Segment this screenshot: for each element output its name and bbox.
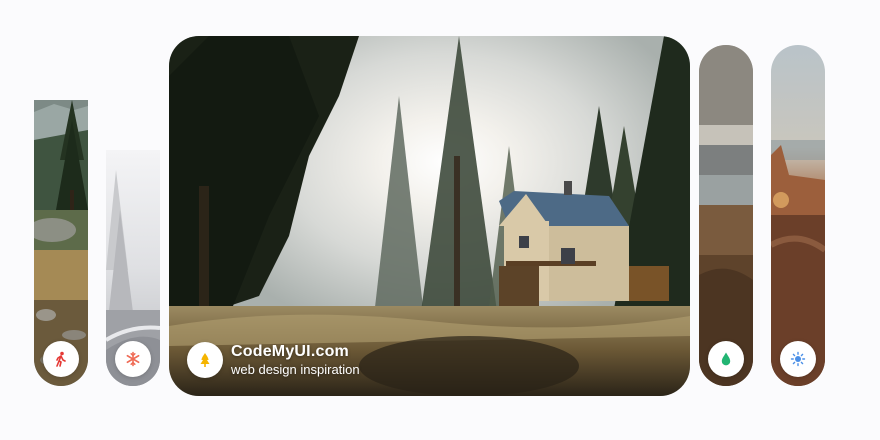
gallery-card-lake[interactable] [699, 45, 753, 386]
caption-title: CodeMyUI.com [231, 343, 349, 360]
card-image-desert [771, 45, 825, 386]
hiking-badge[interactable] [43, 341, 79, 377]
gallery-card-hiking[interactable] [34, 100, 88, 386]
lake-badge[interactable] [708, 341, 744, 377]
gallery-card-desert[interactable] [771, 45, 825, 386]
desert-badge[interactable] [780, 341, 816, 377]
caption-subtitle: web design inspiration [231, 362, 360, 377]
snowflake-icon [126, 351, 140, 367]
card-image-lake [699, 45, 753, 386]
tree-icon [200, 353, 210, 367]
card-caption: CodeMyUI.com web design inspiration [231, 342, 360, 378]
gallery-card-forest[interactable]: CodeMyUI.com web design inspiration [169, 36, 690, 396]
forest-badge[interactable] [187, 342, 223, 378]
sun-icon [790, 351, 806, 367]
gallery-card-winter[interactable] [106, 150, 160, 386]
walking-person-icon [56, 351, 66, 367]
water-drop-icon [721, 352, 731, 366]
winter-badge[interactable] [115, 341, 151, 377]
